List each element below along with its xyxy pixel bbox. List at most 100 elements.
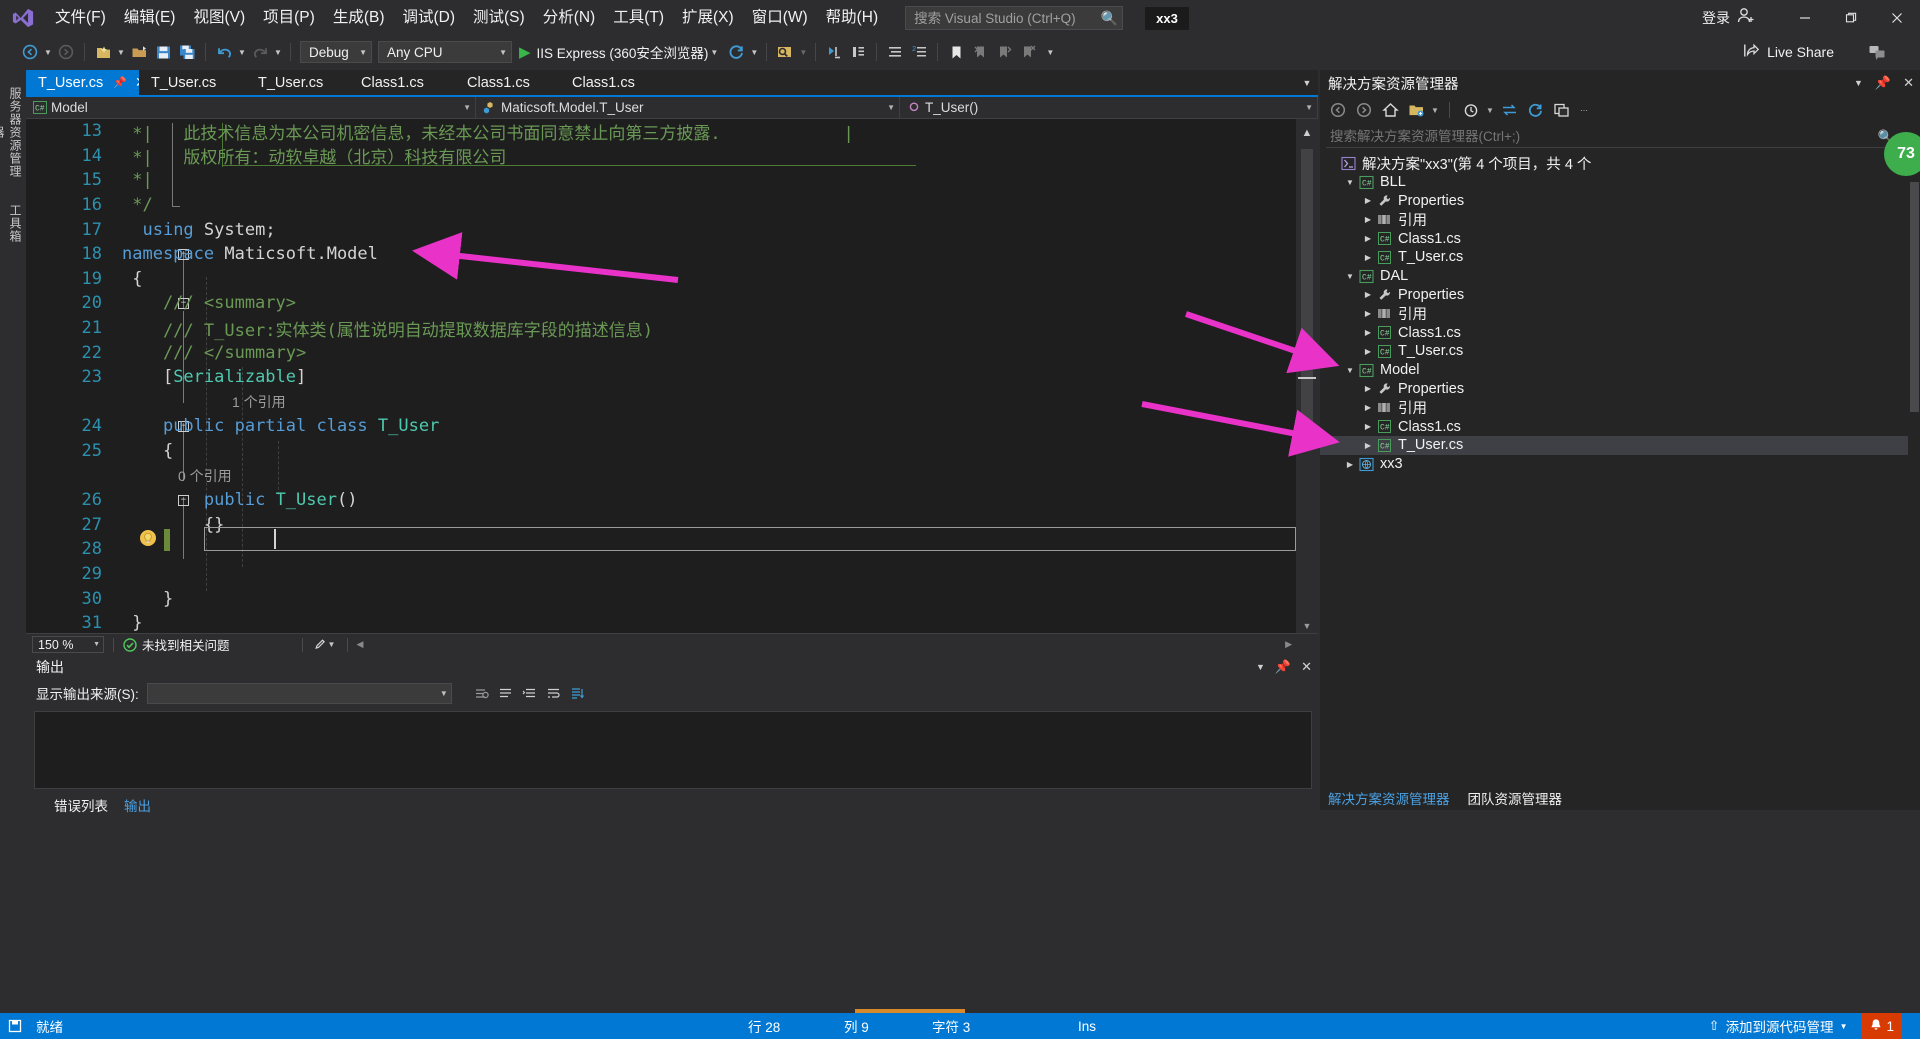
chevron-right-icon[interactable]: ▶ <box>1360 403 1376 412</box>
sync-with-active-document-icon[interactable] <box>1497 99 1521 121</box>
source-control-label[interactable]: 添加到源代码管理 <box>1726 1016 1834 1036</box>
output-text-area[interactable] <box>34 711 1312 789</box>
navbar-project-combo[interactable]: C# Model ▼ <box>26 97 476 118</box>
tree-node[interactable]: ▼ C# DAL <box>1320 267 1920 286</box>
editor-zoom-combo[interactable]: 150 % ▼ <box>32 636 104 653</box>
collapse-all-icon[interactable] <box>1549 99 1573 121</box>
new-project-icon[interactable] <box>92 40 114 64</box>
hscroll-right-arrow-icon[interactable]: ▶ <box>1285 639 1292 650</box>
tree-node[interactable]: ▶ xx3 <box>1320 455 1920 474</box>
solution-folder-icon[interactable] <box>1404 99 1428 121</box>
scroll-up-arrow-icon[interactable]: ▲ <box>1299 127 1315 141</box>
tab-output[interactable]: 输出 <box>124 795 151 815</box>
chevron-down-icon[interactable]: ▼ <box>1342 178 1358 187</box>
solution-search-input[interactable] <box>1330 129 1878 144</box>
tree-node[interactable]: ▶ 引用 <box>1320 304 1920 323</box>
chevron-right-icon[interactable]: ▶ <box>1360 347 1376 356</box>
menu-edit[interactable]: 编辑(E) <box>115 4 185 32</box>
chevron-down-icon[interactable]: ▼ <box>1342 366 1358 375</box>
output-source-combo[interactable]: ▼ <box>146 682 452 704</box>
tab-error-list[interactable]: 错误列表 <box>54 795 108 815</box>
menu-extensions[interactable]: 扩展(X) <box>673 4 743 32</box>
solution-tree[interactable]: 解决方案"xx3"(第 4 个项目，共 4 个 ▼ C# BLL ▶ Properties… <box>1320 154 1920 474</box>
notifications-button[interactable]: 1 <box>1861 1013 1902 1039</box>
tree-node[interactable]: ▶ 引用 <box>1320 398 1920 417</box>
solution-chip[interactable]: xx3 <box>1145 6 1189 30</box>
tree-node[interactable]: ▶ Properties <box>1320 380 1920 399</box>
hot-reload-icon[interactable] <box>725 40 747 64</box>
close-button[interactable] <box>1874 0 1920 36</box>
signin-label[interactable]: 登录 <box>1702 8 1730 28</box>
clear-pane-icon[interactable] <box>518 682 542 704</box>
tree-node[interactable]: ▶ Properties <box>1320 286 1920 305</box>
chevron-right-icon[interactable]: ▶ <box>1360 234 1376 243</box>
chevron-right-icon[interactable]: ▶ <box>1360 290 1376 299</box>
chevron-right-icon[interactable]: ▶ <box>1360 196 1376 205</box>
chevron-down-icon[interactable]: ▼ <box>1485 106 1495 115</box>
live-share-button[interactable]: Live Share <box>1743 36 1834 68</box>
editor-vertical-scrollbar[interactable]: ▲ ▼ <box>1296 119 1318 635</box>
pin-icon[interactable]: 📌 <box>113 76 127 89</box>
new-project-caret-icon[interactable]: ▼ <box>115 48 127 57</box>
notification-badge[interactable]: 73 <box>1884 132 1920 176</box>
code-text-surface[interactable]: 13 *| 此技术信息为本公司机密信息，未经本公司书面同意禁止向第三方披露. |… <box>26 119 1318 635</box>
tree-node[interactable]: ▶ C# Class1.cs <box>1320 417 1920 436</box>
menu-file[interactable]: 文件(F) <box>46 4 115 32</box>
tree-node[interactable]: ▶ C# Class1.cs <box>1320 323 1920 342</box>
code-lens-label[interactable]: 0 个引用 <box>178 466 232 486</box>
tree-node[interactable]: ▶ C# T_User.cs <box>1320 342 1920 361</box>
solution-explorer-search[interactable]: 🔍 ▼ <box>1326 126 1912 148</box>
menu-project[interactable]: 项目(P) <box>254 4 324 32</box>
home-icon[interactable] <box>1378 99 1402 121</box>
undo-caret-icon[interactable]: ▼ <box>236 48 248 57</box>
tab-solution-explorer[interactable]: 解决方案资源管理器 <box>1328 788 1450 808</box>
search-input[interactable] <box>914 10 1101 26</box>
tab-t-user-cs-3[interactable]: T_User.cs <box>246 70 349 95</box>
tree-node[interactable]: ▶ C# T_User.cs <box>1320 435 1920 455</box>
tree-node[interactable]: ▶ 引用 <box>1320 210 1920 229</box>
menu-view[interactable]: 视图(V) <box>184 4 254 32</box>
send-feedback-icon[interactable] <box>1868 36 1886 68</box>
tab-overflow-dropdown-icon[interactable]: ▼ <box>1296 70 1318 95</box>
tab-t-user-cs-active[interactable]: T_User.cs 📌 ✕ <box>26 70 147 95</box>
pending-changes-icon[interactable] <box>1459 99 1483 121</box>
tree-node[interactable]: ▼ C# Model <box>1320 361 1920 380</box>
chevron-right-icon[interactable]: ▶ <box>1360 309 1376 318</box>
chevron-right-icon[interactable]: ▶ <box>1360 253 1376 262</box>
toggle-wordwrap-icon[interactable] <box>542 682 566 704</box>
minimize-button[interactable] <box>1782 0 1828 36</box>
tree-node[interactable]: ▶ C# T_User.cs <box>1320 248 1920 267</box>
tree-node[interactable]: ▶ C# Class1.cs <box>1320 229 1920 248</box>
source-control-caret-icon[interactable]: ▼ <box>1840 1022 1848 1031</box>
toolbox-tab[interactable]: 工具箱 <box>0 194 24 252</box>
quick-actions-lightbulb-icon[interactable] <box>140 530 156 546</box>
previous-bookmark-icon[interactable] <box>969 40 991 64</box>
menu-test[interactable]: 测试(S) <box>464 4 534 32</box>
more-icon[interactable]: ⋯ <box>1579 106 1589 115</box>
output-close-icon[interactable]: ✕ <box>1301 659 1312 675</box>
platform-combo[interactable]: Any CPU ▼ <box>378 41 512 63</box>
navigate-back-caret-icon[interactable]: ▼ <box>42 48 54 57</box>
tab-class1-cs-1[interactable]: Class1.cs <box>349 70 455 95</box>
account-icon[interactable] <box>1736 6 1756 31</box>
clear-bookmarks-icon[interactable] <box>1017 40 1039 64</box>
tree-node[interactable]: ▶ Properties <box>1320 192 1920 211</box>
refresh-icon[interactable] <box>1523 99 1547 121</box>
output-pin-icon[interactable]: 📌 <box>1275 659 1291 675</box>
chevron-right-icon[interactable]: ▶ <box>1360 215 1376 224</box>
brush-icon[interactable] <box>312 638 326 652</box>
navigate-forward-icon[interactable] <box>55 40 77 64</box>
chevron-right-icon[interactable]: ▶ <box>1360 384 1376 393</box>
navbar-member-combo[interactable]: T_User() ▼ <box>900 97 1318 118</box>
tab-team-explorer[interactable]: 团队资源管理器 <box>1468 788 1563 808</box>
solution-scrollbar-thumb[interactable] <box>1910 182 1919 412</box>
solution-config-icon[interactable] <box>884 40 906 64</box>
tree-node[interactable]: ▼ C# BLL <box>1320 173 1920 192</box>
toolbar-overflow-icon[interactable]: ▼ <box>1044 48 1056 57</box>
maximize-restore-button[interactable] <box>1828 0 1874 36</box>
menu-debug[interactable]: 调试(D) <box>393 4 464 32</box>
output-dropdown-icon[interactable]: ▼ <box>1256 662 1265 672</box>
tab-t-user-cs-2[interactable]: T_User.cs <box>139 70 246 95</box>
editor-scrollbar-thumb[interactable] <box>1301 149 1313 439</box>
menu-window[interactable]: 窗口(W) <box>743 4 817 32</box>
